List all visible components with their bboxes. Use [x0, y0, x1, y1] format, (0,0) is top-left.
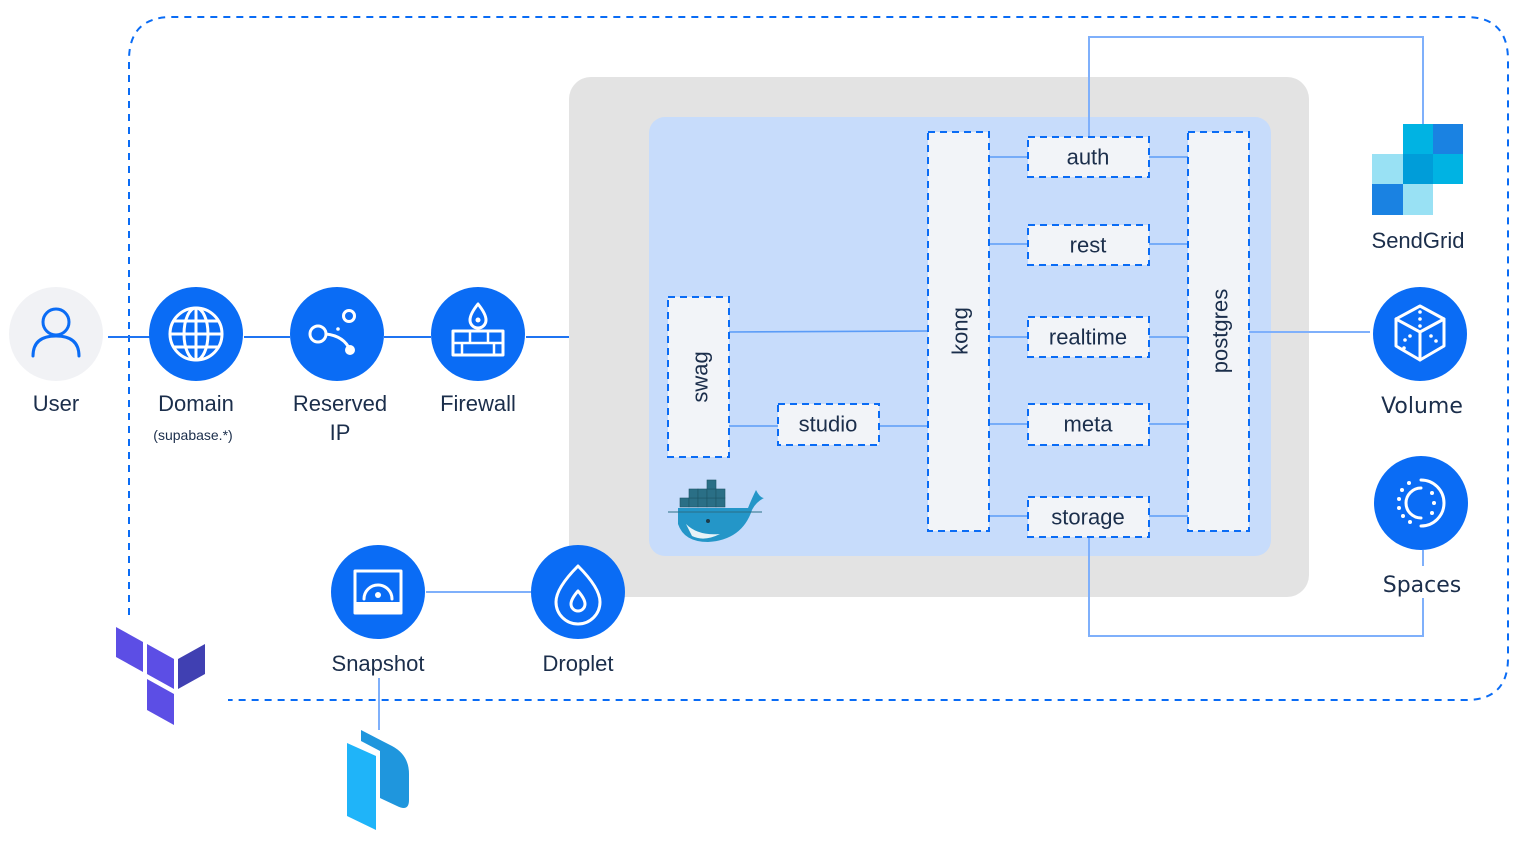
reserved-ip-node[interactable]: Reserved IP	[290, 287, 387, 445]
service-auth[interactable]: auth	[1027, 136, 1150, 178]
reserved-ip-label: Reserved	[293, 391, 387, 416]
postgres-container[interactable]: postgres	[1187, 131, 1250, 532]
snapshot-node[interactable]: Snapshot	[331, 545, 425, 676]
service-meta-label: meta	[1064, 412, 1114, 437]
sendgrid-logo	[1372, 124, 1463, 215]
sendgrid-node[interactable]: SendGrid	[1372, 124, 1465, 253]
domain-sublabel: (supabase.*)	[153, 427, 232, 443]
kong-label: kong	[948, 307, 973, 355]
user-node[interactable]: User	[9, 287, 103, 416]
service-rest-label: rest	[1070, 233, 1107, 258]
droplet-label: Droplet	[543, 651, 614, 676]
connector-swag-kong	[728, 330, 929, 333]
reserved-ip-label-line2: IP	[330, 420, 351, 445]
architecture-diagram: swag studio kong postgres auth rest real…	[9, 16, 1509, 830]
service-storage[interactable]: storage	[1027, 496, 1150, 538]
service-storage-label: storage	[1051, 505, 1124, 530]
studio-label: studio	[799, 412, 858, 437]
droplet-node[interactable]: Droplet	[531, 545, 625, 676]
service-realtime-label: realtime	[1049, 325, 1127, 350]
spaces-node[interactable]: Spaces	[1374, 456, 1468, 598]
firewall-node[interactable]: Firewall	[431, 287, 525, 416]
service-meta[interactable]: meta	[1027, 403, 1150, 446]
sendgrid-label: SendGrid	[1372, 228, 1465, 253]
service-auth-label: auth	[1067, 145, 1110, 170]
terraform-logo	[116, 627, 205, 725]
studio-container[interactable]: studio	[777, 403, 880, 446]
kong-container[interactable]: kong	[927, 131, 990, 532]
packer-logo	[347, 730, 409, 830]
volume-label: Volume	[1381, 394, 1463, 419]
volume-node[interactable]: Volume	[1373, 287, 1467, 419]
spaces-label: Spaces	[1383, 573, 1462, 598]
user-label: User	[33, 391, 79, 416]
swag-container[interactable]: swag	[667, 296, 730, 458]
service-realtime[interactable]: realtime	[1027, 316, 1150, 358]
globe-icon	[168, 306, 224, 362]
service-rest[interactable]: rest	[1027, 224, 1150, 266]
domain-label: Domain	[158, 391, 234, 416]
postgres-label: postgres	[1208, 289, 1233, 373]
swag-label: swag	[688, 351, 713, 402]
domain-node[interactable]: Domain (supabase.*)	[149, 287, 243, 443]
snapshot-label: Snapshot	[332, 651, 425, 676]
firewall-label: Firewall	[440, 391, 516, 416]
